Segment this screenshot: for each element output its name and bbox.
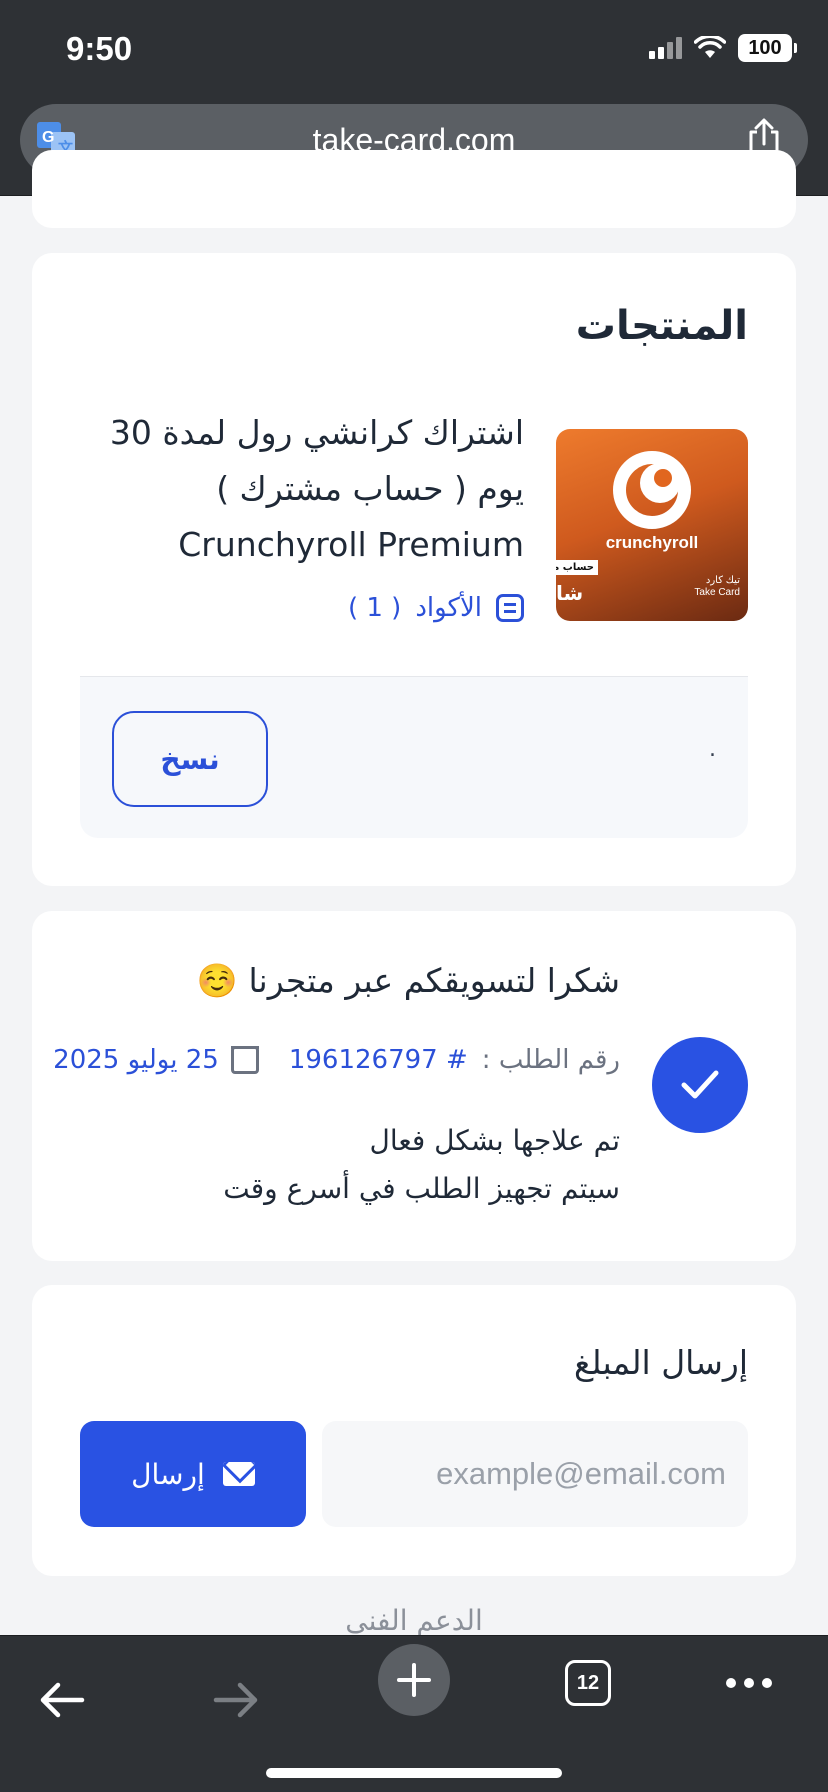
mail-icon <box>222 1462 255 1486</box>
support-link[interactable]: الدعم الفني <box>0 1604 828 1637</box>
browser-toolbar: 12 <box>0 1635 828 1792</box>
send-button[interactable]: إرسال <box>80 1421 306 1527</box>
battery-icon: 100 <box>738 34 797 62</box>
send-amount-card: إرسال المبلغ إرسال <box>32 1285 796 1576</box>
forward-icon[interactable] <box>212 1680 260 1720</box>
code-box: . نسخ <box>80 676 748 838</box>
image-tag: حساب مشترك <box>556 560 598 575</box>
brand-name: crunchyroll <box>605 533 699 552</box>
product-name: اشتراك كرانشي رول لمدة 30 يوم ( حساب مشت… <box>109 413 524 564</box>
order-date-text: 25 يوليو 2025 <box>53 1045 219 1075</box>
codes-link[interactable]: الأكواد ( 1 ) <box>348 593 524 623</box>
copy-button[interactable]: نسخ <box>112 711 268 807</box>
thanks-message: شكرا لتسويقكم عبر متجرنا ☺️ <box>196 961 620 1000</box>
order-status: تم علاجها بشكل فعال سيتم تجهيز الطلب في … <box>223 1124 620 1205</box>
image-arabic-text: شا <box>556 581 584 605</box>
new-tab-plus-icon[interactable] <box>378 1644 450 1716</box>
status-time: 9:50 <box>66 30 133 67</box>
previous-card <box>32 150 796 228</box>
calendar-icon <box>230 1046 259 1074</box>
order-info: رقم الطلب : # 196126797 25 يوليو 2025 <box>53 1045 620 1075</box>
codes-label: الأكواد <box>415 593 482 623</box>
products-card: المنتجات crunchyroll حساب مشترك شا تيك ك… <box>32 253 796 886</box>
codes-count: ( 1 ) <box>347 593 402 623</box>
home-indicator <box>266 1768 562 1778</box>
more-options-icon[interactable] <box>726 1678 772 1688</box>
status-bar: 9:50 100 <box>0 0 828 100</box>
order-date: 25 يوليو 2025 <box>53 1045 259 1075</box>
store-logo: تيك كارد Take Card <box>694 575 740 598</box>
order-number-label: رقم الطلب : <box>481 1045 620 1075</box>
send-title: إرسال المبلغ <box>573 1343 748 1382</box>
email-input[interactable] <box>322 1421 748 1527</box>
send-button-label: إرسال <box>131 1457 205 1491</box>
code-value: . <box>709 737 716 762</box>
back-icon[interactable] <box>38 1680 86 1720</box>
cellular-signal-icon <box>649 37 682 59</box>
product-image: crunchyroll حساب مشترك شا تيك كارد Take … <box>556 429 748 621</box>
codes-icon <box>496 594 524 622</box>
products-title: المنتجات <box>575 303 748 349</box>
status-icons: 100 <box>649 34 797 62</box>
success-check-icon <box>652 1037 748 1133</box>
order-number: # 196126797 <box>288 1045 468 1075</box>
order-confirmation-card: شكرا لتسويقكم عبر متجرنا ☺️ رقم الطلب : … <box>32 911 796 1261</box>
wifi-icon <box>694 36 726 58</box>
tabs-button[interactable]: 12 <box>565 1660 611 1706</box>
